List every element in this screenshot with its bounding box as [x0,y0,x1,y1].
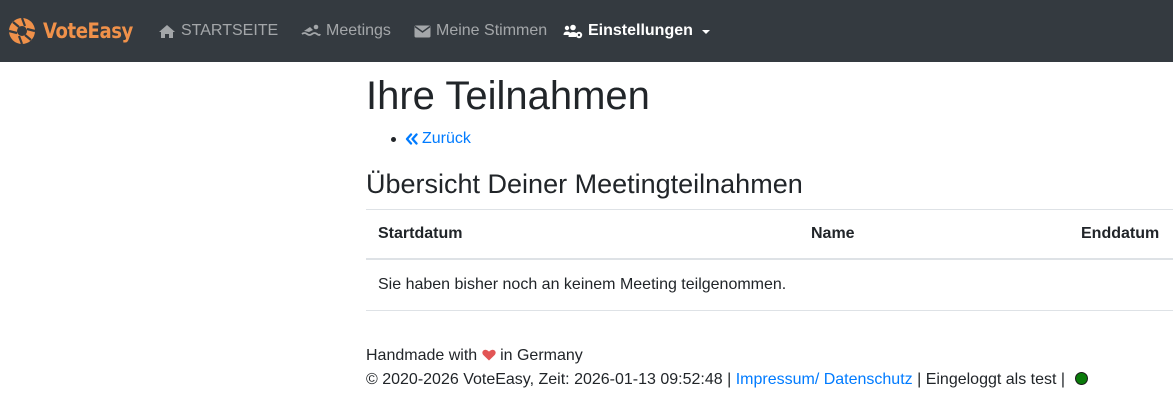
bullet [391,136,396,142]
handmade-prefix: Handmade with [366,347,478,364]
table-row: Sie haben bisher noch an keinem Meeting … [366,259,1173,311]
footer: Handmade with in Germany © 2020-2026 Vot… [366,344,1088,392]
angle-double-left-icon [405,133,418,145]
nav-item-einstellungen[interactable]: Einstellungen [563,20,710,42]
nav-item-label: STARTSEITE [181,22,279,39]
handmade-suffix: in Germany [500,347,583,364]
users-cog-icon [563,24,583,39]
home-icon [158,24,176,39]
nav-item-label: Einstellungen [588,22,693,39]
copyright-text: © 2020-2026 VoteEasy, Zeit: 2026-01-13 0… [366,371,732,388]
copyright-line: © 2020-2026 VoteEasy, Zeit: 2026-01-13 0… [366,368,1088,392]
page-title: Ihre Teilnahmen [366,74,650,118]
nav-item-meine-stimmen[interactable]: Meine Stimmen [414,20,547,42]
chevron-down-icon [701,30,710,34]
brand-name: VoteEasy [43,19,133,43]
section-title: Übersicht Deiner Meetingteilnahmen [366,169,803,199]
nav-item-meetings[interactable]: Meetings [301,20,391,42]
swimmer-icon [301,24,321,38]
top-navbar: VoteEasy STARTSEITE Meetings Meine Stimm… [0,0,1173,62]
list-item: Zurück [366,128,471,150]
brand[interactable]: VoteEasy [8,14,148,48]
table-header-row: Startdatum Name Enddatum [366,209,1173,260]
empty-message: Sie haben bisher noch an keinem Meeting … [366,259,1173,311]
nav-item-startseite[interactable]: STARTSEITE [158,20,278,42]
column-header-name: Name [799,209,1069,260]
participations-table: Startdatum Name Enddatum Sie haben bishe… [366,209,1173,311]
back-link[interactable]: Zurück [405,128,471,150]
nav-item-label: Meetings [326,22,391,39]
nav-item-label: Meine Stimmen [436,22,548,39]
aperture-logo-icon [8,17,36,45]
envelope-icon [414,25,431,38]
impressum-link[interactable]: Impressum/ Datenschutz [736,371,913,388]
online-status-icon [1074,372,1088,385]
logged-in-text: | Eingeloggt als test | [917,371,1066,388]
handmade-line: Handmade with in Germany [366,344,1088,368]
column-header-enddatum: Enddatum [1069,209,1173,260]
back-link-label: Zurück [422,130,471,147]
heart-icon [481,349,496,361]
column-header-startdatum: Startdatum [366,209,799,260]
back-list: Zurück [366,128,471,150]
